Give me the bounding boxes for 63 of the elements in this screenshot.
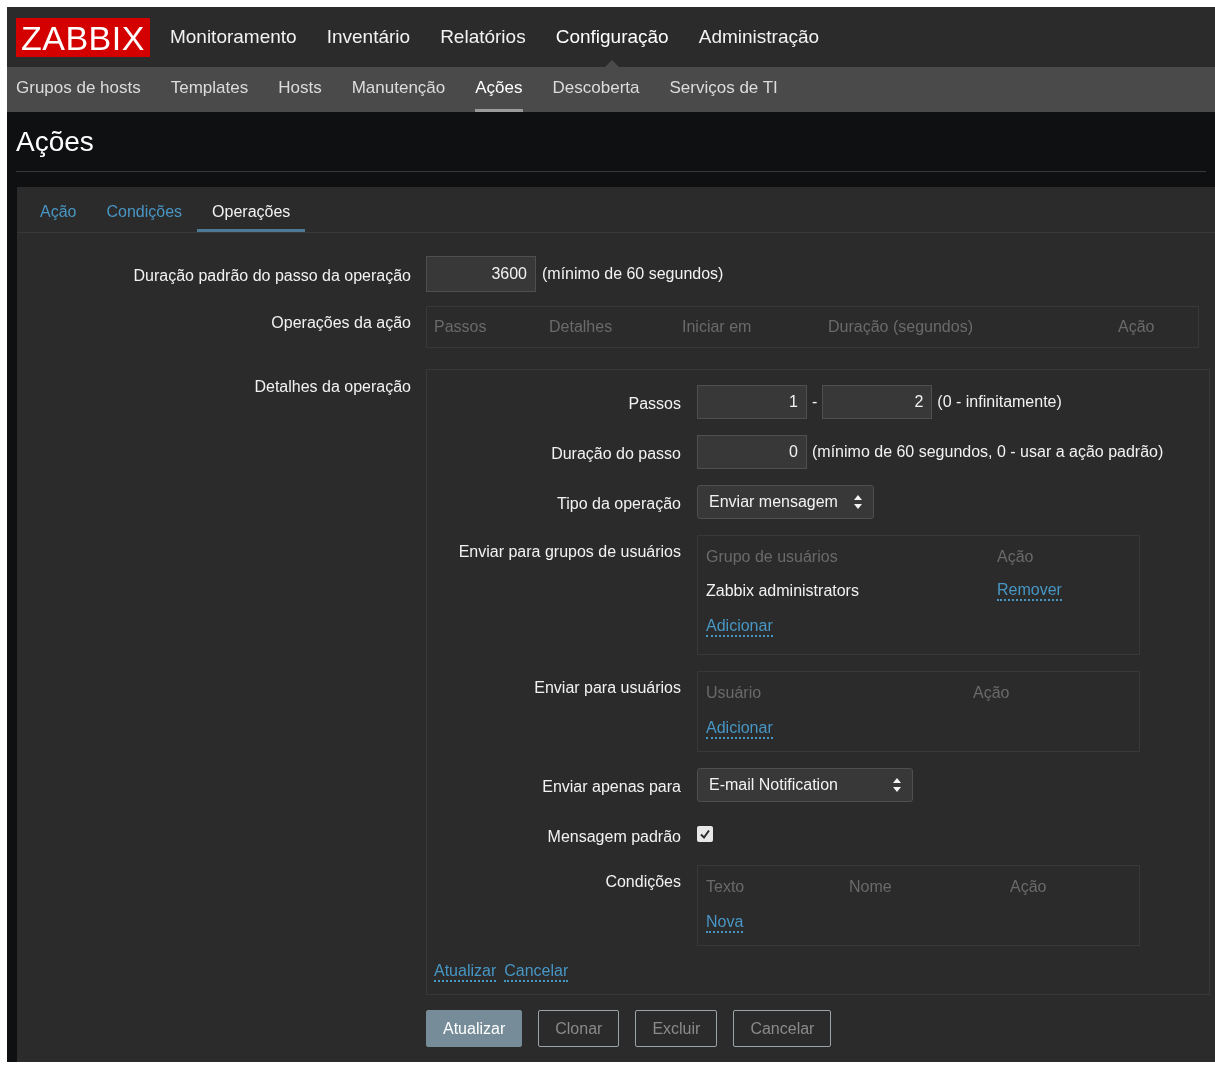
- link[interactable]: Remover: [997, 581, 1062, 601]
- column-header: Passos: [434, 318, 487, 335]
- field-label: Tipo da operação: [556, 494, 681, 514]
- column-header: Ação: [1010, 878, 1047, 895]
- field-label: Enviar para usuários: [533, 678, 681, 698]
- hint-text: (0 - infinitamente): [937, 392, 1062, 412]
- column-header: Nome: [849, 878, 892, 895]
- hint-text: (mínimo de 60 segundos, 0 - usar a ação padrão): [812, 442, 1164, 462]
- field-label: Duração padrão do passo da operação: [132, 266, 411, 286]
- column-header: Ação: [997, 548, 1034, 565]
- tab[interactable]: Ação: [25, 194, 92, 232]
- field-label: Operações da ação: [270, 313, 411, 333]
- submenu-item[interactable]: Grupos de hosts: [16, 67, 141, 112]
- menu-item[interactable]: Relatórios: [440, 7, 526, 67]
- column-header: Ação: [973, 684, 1010, 701]
- link[interactable]: Adicionar: [706, 617, 773, 637]
- submenu-item[interactable]: Manutenção: [351, 67, 446, 112]
- field-label: Passos: [627, 394, 681, 414]
- select-field[interactable]: E-mail Notification: [697, 768, 913, 802]
- menu-item[interactable]: Monitoramento: [169, 7, 297, 67]
- select-field[interactable]: Enviar mensagem: [697, 485, 874, 519]
- submenu-item[interactable]: Descoberta: [552, 67, 640, 112]
- field-label: Enviar para grupos de usuários: [457, 542, 681, 562]
- column-header: Duração (segundos): [828, 318, 973, 335]
- input-field[interactable]: 2: [822, 385, 933, 419]
- checkbox[interactable]: [697, 826, 713, 842]
- tab[interactable]: Operações: [197, 194, 306, 232]
- field-label: Duração do passo: [550, 444, 681, 464]
- link[interactable]: Nova: [706, 913, 744, 933]
- column-header: Usuário: [706, 684, 762, 701]
- input-field[interactable]: 0: [697, 435, 807, 469]
- form-button[interactable]: Cancelar: [733, 1010, 832, 1047]
- form-button[interactable]: Atualizar: [426, 1010, 523, 1047]
- input-field[interactable]: 3600: [426, 256, 536, 292]
- logo[interactable]: ZABBIX: [16, 17, 150, 57]
- table-cell: Zabbix administrators: [706, 582, 859, 599]
- form-button[interactable]: Clonar: [538, 1010, 620, 1047]
- field-label: Mensagem padrão: [546, 827, 681, 847]
- column-header: Detalhes: [549, 318, 613, 335]
- column-header: Ação: [1118, 318, 1155, 335]
- field-label: Condições: [604, 872, 681, 892]
- input-field[interactable]: 1: [697, 385, 807, 419]
- hint-text: -: [812, 392, 818, 412]
- menu-item[interactable]: Inventário: [326, 7, 411, 67]
- field-label: Enviar apenas para: [541, 777, 681, 797]
- field-label: Detalhes da operação: [253, 377, 411, 397]
- submenu-item[interactable]: Templates: [170, 67, 249, 112]
- sort-arrows-icon: [854, 495, 862, 509]
- submenu-item[interactable]: Ações: [475, 67, 523, 112]
- page-title: Ações: [16, 124, 94, 159]
- sort-arrows-icon: [893, 778, 901, 792]
- column-header: Iniciar em: [682, 318, 752, 335]
- form-button[interactable]: Excluir: [635, 1010, 718, 1047]
- tab[interactable]: Condições: [91, 194, 198, 232]
- column-header: Texto: [706, 878, 745, 895]
- submenu-item[interactable]: Serviços de TI: [669, 67, 778, 112]
- link[interactable]: Cancelar: [504, 962, 569, 982]
- hint-text: (mínimo de 60 segundos): [542, 264, 724, 284]
- link[interactable]: Atualizar: [434, 962, 497, 982]
- submenu-item[interactable]: Hosts: [278, 67, 322, 112]
- menu-item[interactable]: Administração: [698, 7, 820, 67]
- link[interactable]: Adicionar: [706, 719, 773, 739]
- column-header: Grupo de usuários: [706, 548, 838, 565]
